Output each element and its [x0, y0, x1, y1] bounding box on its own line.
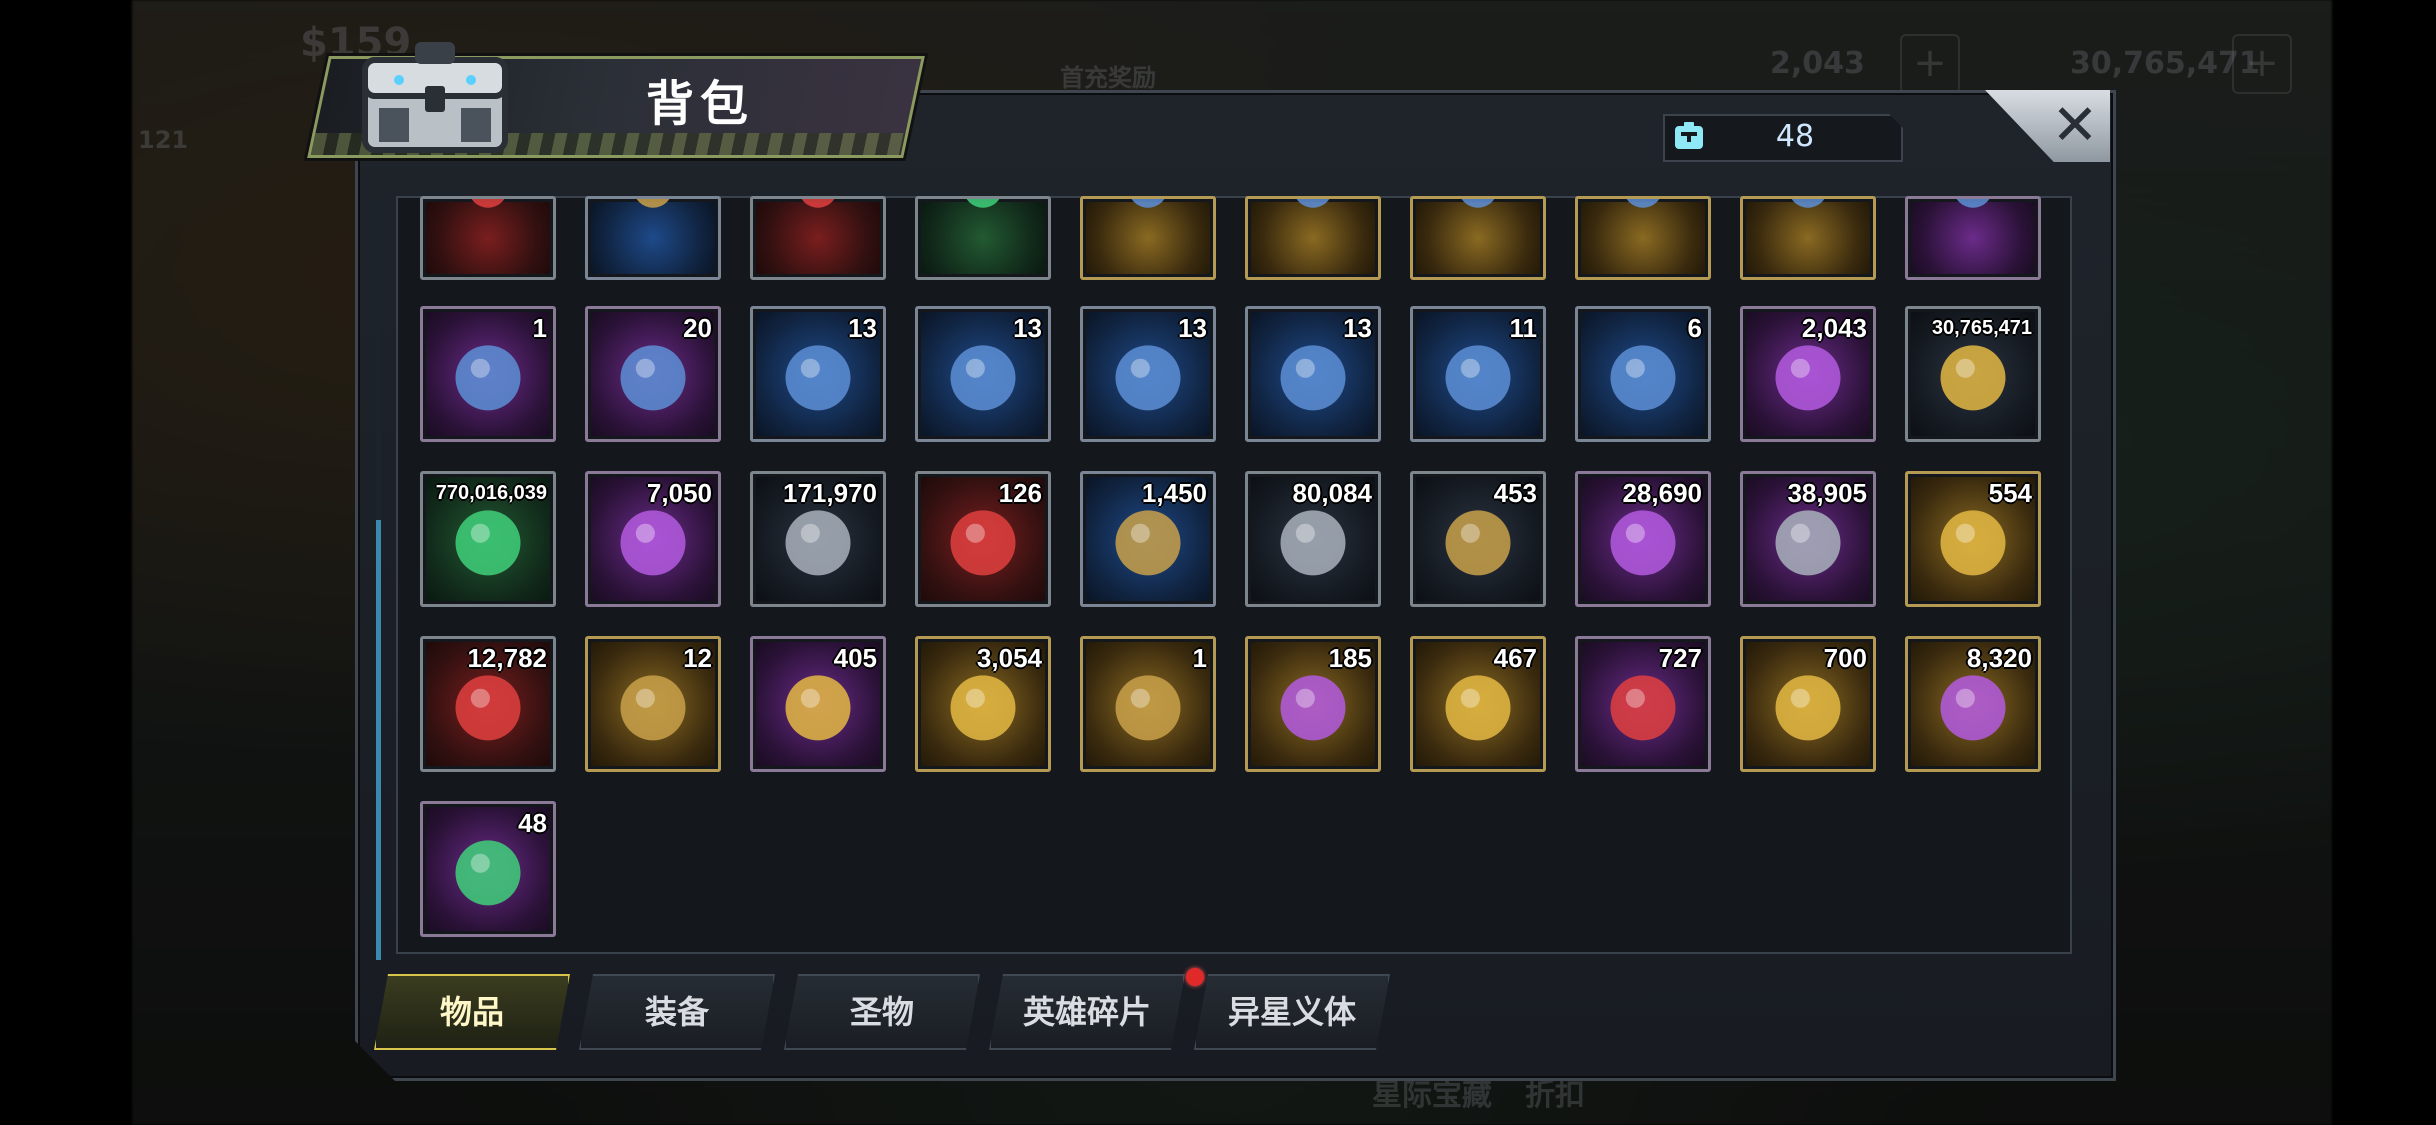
item-quantity: 38,905 [1787, 478, 1867, 508]
inventory-slot[interactable]: 700 [1740, 636, 1876, 772]
inventory-slot[interactable]: 405 [750, 636, 886, 772]
item-quantity: 770,016,039 [435, 482, 547, 504]
tab-equipment[interactable]: 装备 [579, 974, 775, 1050]
inventory-slot[interactable]: 3,054 [915, 636, 1051, 772]
inventory-slot[interactable]: 467 [1410, 636, 1546, 772]
item-quantity: 727 [1658, 643, 1702, 673]
item-quantity: 30,765,471 [1931, 317, 2032, 339]
inventory-slot[interactable]: 48 [420, 801, 556, 937]
item-quantity: 12,782 [467, 643, 547, 673]
notification-badge [1186, 968, 1204, 986]
item-quantity: 554 [1988, 478, 2032, 508]
inventory-slot[interactable]: 12,782 [420, 636, 556, 772]
inventory-slot[interactable]: 727 [1575, 636, 1711, 772]
shirt-blueprint-icon [1578, 199, 1708, 225]
item-quantity: 2,043 [1801, 313, 1867, 343]
inventory-slot[interactable]: 28,690 [1575, 471, 1711, 607]
inventory-slot[interactable]: 171,970 [750, 471, 886, 607]
item-quantity: 1,450 [1141, 478, 1207, 508]
inventory-slot[interactable] [1245, 196, 1381, 280]
inventory-slot[interactable] [420, 196, 556, 280]
close-icon[interactable]: ✕ [2040, 96, 2110, 156]
ornament-ball-icon [753, 199, 883, 225]
item-quantity: 11 [1509, 313, 1538, 343]
inventory-slot[interactable]: 1 [420, 306, 556, 442]
inventory-slot[interactable] [1080, 196, 1216, 280]
capacity-count: 48 [1775, 119, 1815, 154]
item-quantity: 13 [1343, 313, 1372, 343]
inventory-slot[interactable]: 453 [1410, 471, 1546, 607]
inventory-slot[interactable] [1410, 196, 1546, 280]
inventory-slot[interactable]: 770,016,039 [420, 471, 556, 607]
scrollbar-thumb[interactable] [376, 520, 381, 960]
item-quantity: 126 [998, 478, 1042, 508]
item-quantity: 3,054 [976, 643, 1042, 673]
chest-icon [362, 42, 508, 153]
glasses-blueprint-icon [1083, 199, 1213, 225]
item-quantity: 467 [1493, 643, 1537, 673]
tab-items[interactable]: 物品 [374, 974, 570, 1050]
inventory-slot[interactable]: 8,320 [1905, 636, 2041, 772]
item-quantity: 700 [1823, 643, 1867, 673]
inventory-slot[interactable]: 126 [915, 471, 1051, 607]
inventory-slot[interactable]: 38,905 [1740, 471, 1876, 607]
inventory-slot[interactable] [585, 196, 721, 280]
inventory-slot[interactable]: 12 [585, 636, 721, 772]
item-quantity: 48 [518, 808, 547, 838]
hat-blueprint-icon [1413, 199, 1543, 225]
inventory-slot[interactable] [1575, 196, 1711, 280]
item-quantity: 1 [532, 313, 547, 343]
hat-blueprint-icon [1908, 199, 2038, 225]
inventory-slot[interactable]: 554 [1905, 471, 2041, 607]
emerald-ring-icon [918, 199, 1048, 225]
item-quantity: 185 [1328, 643, 1372, 673]
item-quantity: 453 [1493, 478, 1537, 508]
inventory-slot[interactable] [915, 196, 1051, 280]
item-quantity: 13 [1178, 313, 1207, 343]
item-quantity: 8,320 [1966, 643, 2032, 673]
item-quantity: 20 [683, 313, 712, 343]
item-quantity: 7,050 [646, 478, 712, 508]
inventory-slot[interactable]: 1,450 [1080, 471, 1216, 607]
inventory-slot[interactable]: 2,043 [1740, 306, 1876, 442]
window-title: 背包 [645, 76, 754, 132]
syringe-icon [588, 199, 718, 225]
item-quantity: 171,970 [783, 478, 877, 508]
inventory-slot[interactable] [1905, 196, 2041, 280]
item-quantity: 12 [683, 643, 712, 673]
inventory-slot[interactable]: 1 [1080, 636, 1216, 772]
tab-alien-implants[interactable]: 异星义体 [1194, 974, 1390, 1050]
inventory-slot[interactable]: 11 [1410, 306, 1546, 442]
inventory-slot[interactable] [1740, 196, 1876, 280]
inventory-slot[interactable]: 20 [585, 306, 721, 442]
tab-relics[interactable]: 圣物 [784, 974, 980, 1050]
tab-hero-shards[interactable]: 英雄碎片 [989, 974, 1185, 1050]
item-quantity: 80,084 [1292, 478, 1372, 508]
backpack-capacity-icon [1675, 122, 1703, 149]
inventory-slot[interactable]: 7,050 [585, 471, 721, 607]
inventory-slot[interactable]: 13 [1245, 306, 1381, 442]
item-quantity: 405 [833, 643, 877, 673]
inventory-slot[interactable]: 13 [1080, 306, 1216, 442]
inventory-slot[interactable]: 13 [750, 306, 886, 442]
poker-chip-icon [423, 199, 553, 225]
inventory-slot[interactable] [750, 196, 886, 280]
item-quantity: 13 [848, 313, 877, 343]
swords-blueprint-icon [1248, 199, 1378, 225]
inventory-slot[interactable]: 30,765,471 [1905, 306, 2041, 442]
inventory-slot[interactable]: 185 [1245, 636, 1381, 772]
boot-blueprint-icon [1743, 199, 1873, 225]
item-quantity: 13 [1013, 313, 1042, 343]
inventory-slot[interactable]: 80,084 [1245, 471, 1381, 607]
inventory-slot[interactable]: 6 [1575, 306, 1711, 442]
item-quantity: 1 [1192, 643, 1207, 673]
item-quantity: 6 [1687, 313, 1702, 343]
item-quantity: 28,690 [1622, 478, 1702, 508]
inventory-slot[interactable]: 13 [915, 306, 1051, 442]
